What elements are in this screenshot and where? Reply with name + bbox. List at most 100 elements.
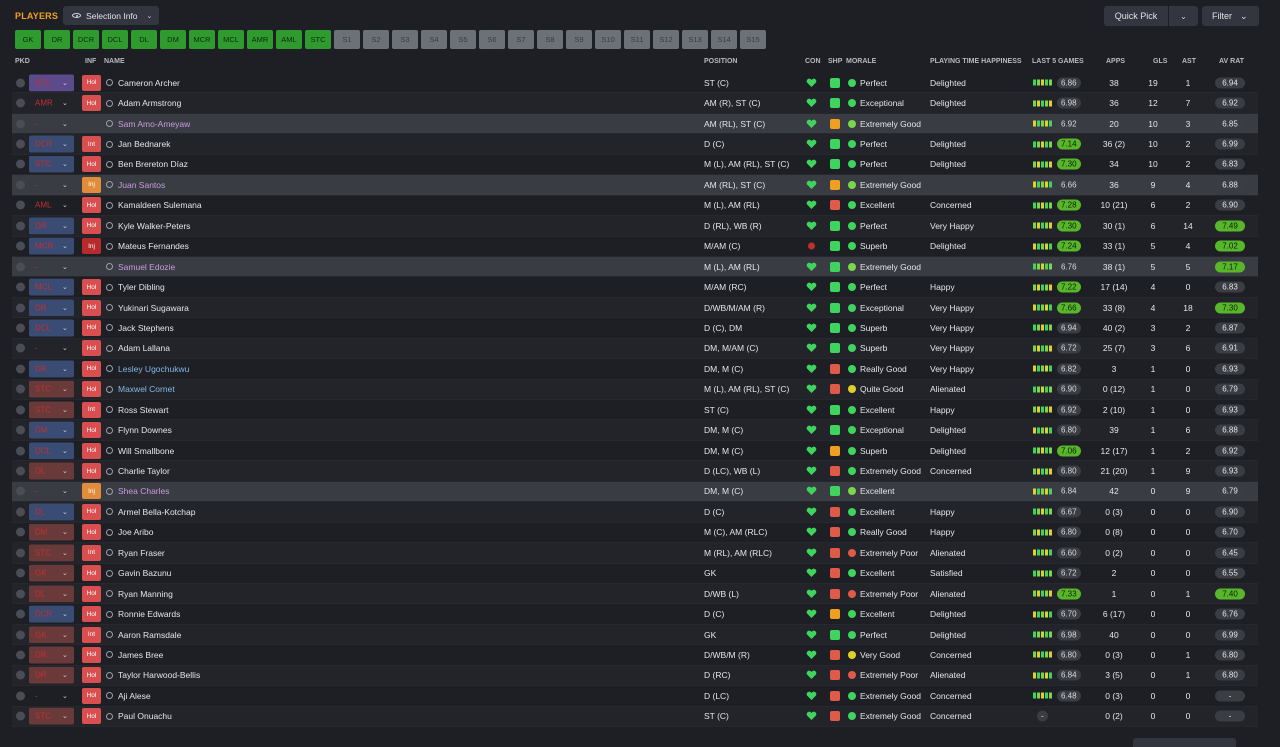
table-row[interactable]: STC ⌄ Int Ryan Fraser M (RL), AM (RLC) Extrem… (12, 543, 1258, 564)
tab-dm[interactable]: DM (160, 30, 186, 49)
chevron-down-icon[interactable]: ⌄ (62, 324, 68, 332)
tab-s12[interactable]: S12 (653, 30, 679, 49)
tab-s11[interactable]: S11 (624, 30, 650, 49)
player-name[interactable]: Adam Armstrong (106, 98, 181, 108)
table-row[interactable]: - ⌄ Samuel Edozie M (L), AM (RL) Extremely G… (12, 256, 1258, 278)
table-row[interactable]: DR ⌄ Hol James Bree D/WB/M (R) Very Good Conce… (12, 645, 1258, 666)
pick-toggle[interactable] (16, 650, 25, 660)
pick-toggle[interactable] (16, 589, 25, 599)
player-name[interactable]: Ryan Manning (106, 589, 173, 599)
table-row[interactable]: GK ⌄ Int Aaron Ramsdale GK Perfect Delighted 6.… (12, 624, 1258, 646)
chevron-down-icon[interactable]: ⌄ (62, 590, 68, 598)
chevron-down-icon[interactable]: ⌄ (62, 569, 68, 577)
tab-dl[interactable]: DL (131, 30, 157, 49)
chevron-down-icon[interactable]: ⌄ (62, 549, 68, 557)
tab-s1[interactable]: S1 (334, 30, 360, 49)
player-name[interactable]: Adam Lallana (106, 343, 170, 353)
table-row[interactable]: DR ⌄ Hol Taylor Harwood-Bellis D (RC) Extreme… (12, 665, 1258, 687)
pick-toggle[interactable] (16, 119, 25, 129)
chevron-down-icon[interactable]: ⌄ (62, 242, 68, 250)
player-name[interactable]: Charlie Taylor (106, 466, 170, 476)
table-row[interactable]: DR ⌄ Hol Lesley Ugochukwu DM, M (C) Really Go… (12, 359, 1258, 380)
bottom-button[interactable] (1133, 738, 1236, 747)
tab-s10[interactable]: S10 (595, 30, 621, 49)
player-name[interactable]: Ryan Fraser (106, 548, 165, 558)
table-row[interactable]: AML ⌄ Hol Kamaldeen Sulemana M (L), AM (RL) E… (12, 196, 1258, 217)
pick-toggle[interactable] (16, 446, 25, 456)
table-row[interactable]: STC ⌄ Hol Cameron Archer ST (C) Perfect Deligh… (12, 73, 1258, 94)
pick-toggle[interactable] (16, 98, 25, 108)
pick-toggle[interactable] (16, 527, 25, 537)
chevron-down-icon[interactable]: ⌄ (62, 365, 68, 373)
table-row[interactable]: - ⌄ Hol Adam Lallana DM, M/AM (C) Superb Very … (12, 338, 1258, 360)
filter-button[interactable]: Filter ⌄ (1202, 6, 1259, 26)
tab-s9[interactable]: S9 (566, 30, 592, 49)
col-con[interactable]: CON (805, 58, 821, 65)
col-playing-time[interactable]: PLAYING TIME HAPPINESS (930, 58, 1022, 65)
chevron-down-icon[interactable]: ⌄ (62, 181, 68, 189)
col-last5[interactable]: LAST 5 GAMES (1032, 58, 1084, 65)
table-row[interactable]: - ⌄ Sam Amo-Ameyaw AM (RL), ST (C) Extremely… (12, 113, 1258, 135)
player-name[interactable]: Ben Brereton Díaz (106, 159, 188, 169)
chevron-down-icon[interactable]: ⌄ (62, 671, 68, 679)
chevron-down-icon[interactable]: ⌄ (62, 508, 68, 516)
tab-s2[interactable]: S2 (363, 30, 389, 49)
tab-gk[interactable]: GK (15, 30, 41, 49)
col-gls[interactable]: GLS (1153, 58, 1167, 65)
col-avrat[interactable]: AV RAT (1219, 58, 1244, 65)
chevron-down-icon[interactable]: ⌄ (62, 487, 68, 495)
chevron-down-icon[interactable]: ⌄ (62, 528, 68, 536)
chevron-down-icon[interactable]: ⌄ (62, 99, 68, 107)
player-name[interactable]: Kamaldeen Sulemana (106, 200, 202, 210)
chevron-down-icon[interactable]: ⌄ (62, 692, 68, 700)
chevron-down-icon[interactable]: ⌄ (62, 344, 68, 352)
pick-toggle[interactable] (16, 630, 25, 640)
player-name[interactable]: Mateus Fernandes (106, 241, 189, 251)
table-row[interactable]: DL ⌄ Hol Armel Bella-Kotchap D (C) Excellent H… (12, 502, 1258, 523)
tab-s7[interactable]: S7 (508, 30, 534, 49)
chevron-down-icon[interactable]: ⌄ (62, 447, 68, 455)
table-row[interactable]: DL ⌄ Hol Charlie Taylor D (LC), WB (L) Extrem… (12, 461, 1258, 482)
player-name[interactable]: Jan Bednarek (106, 139, 170, 149)
quick-pick-dropdown[interactable]: ⌄ (1169, 6, 1198, 26)
chevron-down-icon[interactable]: ⌄ (62, 631, 68, 639)
table-row[interactable]: DL ⌄ Hol Ryan Manning D/WB (L) Extremely Poor… (12, 583, 1258, 605)
table-row[interactable]: STC ⌄ Hol Ben Brereton Díaz M (L), AM (RL), … (12, 155, 1258, 176)
player-name[interactable]: Will Smallbone (106, 446, 174, 456)
tab-s15[interactable]: S15 (740, 30, 766, 49)
table-row[interactable]: MCL ⌄ Hol Tyler Dibling M/AM (RC) Perfect Happ… (12, 277, 1258, 298)
selection-info-button[interactable]: Selection Info ⌄ (63, 6, 159, 25)
pick-toggle[interactable] (16, 282, 25, 292)
player-name[interactable]: Yukinari Sugawara (106, 303, 189, 313)
col-position[interactable]: POSITION (704, 58, 737, 65)
player-name[interactable]: Aji Alese (106, 691, 151, 701)
chevron-down-icon[interactable]: ⌄ (62, 120, 68, 128)
chevron-down-icon[interactable]: ⌄ (62, 304, 68, 312)
tab-s4[interactable]: S4 (421, 30, 447, 49)
pick-toggle[interactable] (16, 405, 25, 415)
tab-stc[interactable]: STC (305, 30, 331, 49)
chevron-down-icon[interactable]: ⌄ (62, 222, 68, 230)
pick-toggle[interactable] (16, 670, 25, 680)
chevron-down-icon[interactable]: ⌄ (62, 140, 68, 148)
pick-toggle[interactable] (16, 262, 25, 272)
tab-dr[interactable]: DR (44, 30, 70, 49)
table-row[interactable]: DM ⌄ Hol Flynn Downes DM, M (C) Exceptional De… (12, 420, 1258, 441)
chevron-down-icon[interactable]: ⌄ (62, 651, 68, 659)
pick-toggle[interactable] (16, 691, 25, 701)
pick-toggle[interactable] (16, 323, 25, 333)
tab-dcl[interactable]: DCL (102, 30, 128, 49)
pick-toggle[interactable] (16, 507, 25, 517)
pick-toggle[interactable] (16, 568, 25, 578)
player-name[interactable]: Samuel Edozie (106, 262, 175, 272)
player-name[interactable]: Paul Onuachu (106, 711, 172, 721)
player-name[interactable]: Jack Stephens (106, 323, 174, 333)
pick-toggle[interactable] (16, 343, 25, 353)
player-name[interactable]: Shea Charles (106, 486, 170, 496)
table-row[interactable]: DCR ⌄ Int Jan Bednarek D (C) Perfect Delighted… (12, 134, 1258, 155)
pick-toggle[interactable] (16, 139, 25, 149)
quick-pick-button[interactable]: Quick Pick (1104, 6, 1168, 26)
pick-toggle[interactable] (16, 609, 25, 619)
tab-s5[interactable]: S5 (450, 30, 476, 49)
player-name[interactable]: Maxwel Cornet (106, 384, 175, 394)
